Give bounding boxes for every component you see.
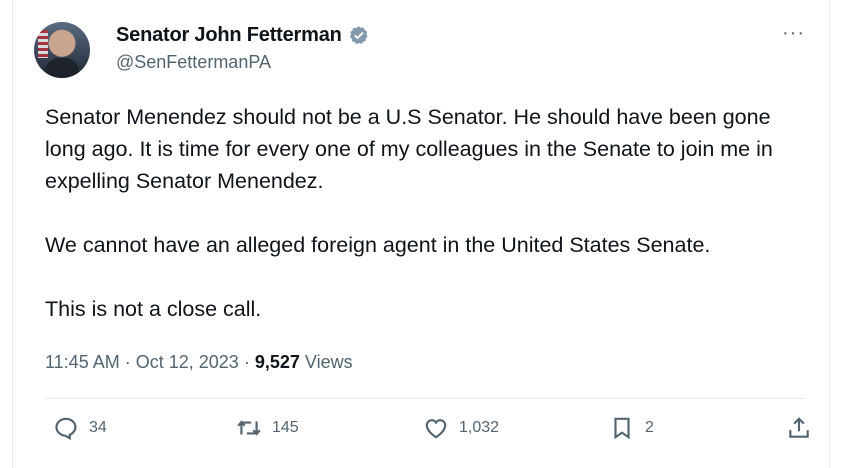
- reply-button[interactable]: 34: [53, 415, 107, 441]
- tweet-paragraph: This is not a close call.: [45, 297, 262, 321]
- heart-icon: [425, 419, 447, 439]
- meta-separator: ·: [124, 352, 131, 372]
- retweet-button[interactable]: 145: [236, 415, 299, 441]
- tweet-paragraph: Senator Menendez should not be a U.S Sen…: [45, 105, 773, 193]
- author-handle[interactable]: @SenFettermanPA: [116, 52, 271, 73]
- bookmark-button[interactable]: 2: [609, 415, 654, 441]
- more-icon[interactable]: ···: [782, 22, 805, 45]
- like-button[interactable]: 1,032: [423, 415, 499, 441]
- divider: [45, 398, 805, 399]
- avatar[interactable]: [34, 22, 90, 78]
- tweet-meta: 11:45 AM · Oct 12, 2023 · 9,527 Views: [45, 352, 353, 373]
- verified-badge-icon: [348, 25, 370, 47]
- meta-separator: ·: [243, 352, 250, 372]
- tweet-paragraph: We cannot have an alleged foreign agent …: [45, 233, 711, 257]
- tweet-date[interactable]: Oct 12, 2023: [136, 352, 239, 372]
- share-button[interactable]: [786, 415, 812, 441]
- bookmark-icon: [614, 417, 630, 440]
- author-name-row: Senator John Fetterman: [116, 24, 370, 47]
- tweet-card: Senator John Fetterman @SenFettermanPA ·…: [12, 0, 830, 468]
- share-icon: [789, 417, 809, 438]
- views-label: Views: [304, 352, 353, 372]
- tweet-text: Senator Menendez should not be a U.S Sen…: [45, 101, 815, 325]
- reply-count: 34: [89, 419, 107, 436]
- retweet-icon: [237, 420, 261, 436]
- suit-graphic: [45, 58, 79, 78]
- flag-graphic: [38, 30, 48, 58]
- views-count: 9,527: [254, 352, 300, 372]
- bookmark-count: 2: [645, 419, 654, 436]
- like-count: 1,032: [459, 419, 500, 436]
- retweet-count: 145: [272, 419, 299, 436]
- action-bar: 34 145 1,032 2: [13, 415, 829, 455]
- author-display-name[interactable]: Senator John Fetterman: [116, 24, 342, 47]
- reply-icon: [55, 417, 77, 441]
- tweet-time[interactable]: 11:45 AM: [45, 352, 120, 372]
